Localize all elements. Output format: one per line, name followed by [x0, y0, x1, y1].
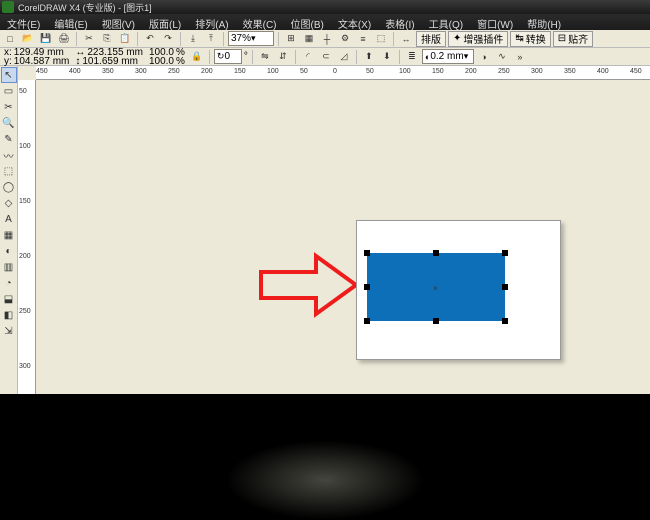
menu-edit[interactable]: 编辑(E) [47, 14, 94, 30]
shape-tool[interactable]: ▭ [1, 83, 17, 99]
canvas[interactable]: × [36, 80, 650, 394]
corner-icon[interactable]: ◜ [300, 49, 316, 65]
app-window: CorelDRAW X4 (专业版) - [图示1] 文件(E) 编辑(E) 视… [0, 0, 650, 394]
open-icon[interactable]: 📂 [20, 31, 36, 47]
corner-round-icon[interactable]: ⊂ [318, 49, 334, 65]
scale-readout: 100.0% 100.0% [147, 48, 187, 66]
flip-v-icon[interactable]: ⇵ [275, 49, 291, 65]
menu-text[interactable]: 文本(X) [331, 14, 378, 30]
degree-label: ° [244, 51, 248, 62]
menu-arrange[interactable]: 排列(A) [188, 14, 235, 30]
menu-file[interactable]: 文件(E) [0, 14, 47, 30]
handle-bl[interactable] [364, 318, 370, 324]
titlebar: CorelDRAW X4 (专业版) - [图示1] [0, 0, 650, 14]
lock-ratio-icon[interactable]: 🔒 [189, 49, 205, 65]
connector-tool[interactable]: ⇲ [1, 323, 17, 339]
workarea: ↖ ▭ ✂ 🔍 ✎ 〰 ⬚ ◯ ◇ A ▦ ◐ ▥ ◔ ⬓ ◧ ⇲ 450400… [0, 66, 650, 394]
handle-br[interactable] [502, 318, 508, 324]
handle-tr[interactable] [502, 250, 508, 256]
image-border [0, 394, 650, 500]
menu-view[interactable]: 视图(V) [95, 14, 142, 30]
handle-b[interactable] [433, 318, 439, 324]
new-icon[interactable]: □ [2, 31, 18, 47]
ruler-vertical: 50100150200250300 [18, 80, 36, 394]
eyedropper-tool[interactable]: ▥ [1, 259, 17, 275]
outline-width-combo[interactable]: ◐ 0.2 mm ▾ [422, 49, 474, 64]
redo-icon[interactable]: ↷ [160, 31, 176, 47]
window-title: CorelDRAW X4 (专业版) - [图示1] [18, 1, 152, 14]
menu-layout[interactable]: 版面(L) [142, 14, 188, 30]
table-tool[interactable]: ▦ [1, 227, 17, 243]
import-icon[interactable]: ⤓ [185, 31, 201, 47]
interactive-fill-tool[interactable]: ◧ [1, 307, 17, 323]
wrap-icon[interactable]: ≣ [404, 49, 420, 65]
center-marker-icon: × [433, 284, 438, 293]
app-logo-icon [2, 1, 14, 13]
blend-tool[interactable]: ◐ [1, 243, 17, 259]
plugin-button[interactable]: ✦ 增强插件 [448, 31, 508, 47]
zoom-tool[interactable]: 🔍 [1, 115, 17, 131]
page: × [356, 220, 561, 360]
size-readout: ↔223.155 mm ↕101.659 mm [73, 48, 145, 66]
save-icon[interactable]: 💾 [38, 31, 54, 47]
handle-r[interactable] [502, 284, 508, 290]
handle-tl[interactable] [364, 250, 370, 256]
corner-chamfer-icon[interactable]: ◿ [336, 49, 352, 65]
annotation-arrow-icon [256, 250, 366, 323]
standard-toolbar: □ 📂 💾 🖨 ✂ ⎘ 📋 ↶ ↷ ⤓ ⤒ 37% ▾ ⊞ ▦ ┼ ⚙ ≡ ⬚ … [0, 30, 650, 48]
menu-bitmap[interactable]: 位图(B) [284, 14, 331, 30]
flip-h-icon[interactable]: ⇋ [257, 49, 273, 65]
crop-tool[interactable]: ✂ [1, 99, 17, 115]
menu-tools[interactable]: 工具(Q) [422, 14, 470, 30]
rotation-input[interactable]: ↻ 0 [214, 49, 242, 64]
outline-color-icon[interactable]: ◑ [476, 49, 492, 65]
cut-icon[interactable]: ✂ [81, 31, 97, 47]
guides-icon[interactable]: ┼ [319, 31, 335, 47]
position-readout: x:129.49 mm y:104.587 mm [2, 48, 71, 66]
fill-tool[interactable]: ⬓ [1, 291, 17, 307]
handle-l[interactable] [364, 284, 370, 290]
handle-t[interactable] [433, 250, 439, 256]
zoom-combo[interactable]: 37% ▾ [228, 31, 274, 46]
property-bar: x:129.49 mm y:104.587 mm ↔223.155 mm ↕10… [0, 48, 650, 66]
toolbox: ↖ ▭ ✂ 🔍 ✎ 〰 ⬚ ◯ ◇ A ▦ ◐ ▥ ◔ ⬓ ◧ ⇲ [0, 66, 18, 394]
menu-table[interactable]: 表格(I) [378, 14, 421, 30]
layout-button[interactable]: 排版 [416, 31, 446, 47]
pick-tool[interactable]: ↖ [1, 67, 17, 83]
ruler-horizontal: 4504003503002502001501005005010015020025… [36, 66, 650, 80]
dim-icon[interactable]: ↔ [398, 31, 414, 47]
rectangle-tool[interactable]: ⬚ [1, 163, 17, 179]
undo-icon[interactable]: ↶ [142, 31, 158, 47]
to-front-icon[interactable]: ⬆ [361, 49, 377, 65]
group-icon[interactable]: ⬚ [373, 31, 389, 47]
menu-window[interactable]: 窗口(W) [470, 14, 520, 30]
text-tool[interactable]: A [1, 211, 17, 227]
print-icon[interactable]: 🖨 [56, 31, 72, 47]
convert-button[interactable]: ↹ 转换 [510, 31, 550, 47]
export-icon[interactable]: ⤒ [203, 31, 219, 47]
snap-icon[interactable]: ⊞ [283, 31, 299, 47]
outline-tool[interactable]: ◔ [1, 275, 17, 291]
glow-effect [225, 440, 425, 520]
options-icon[interactable]: ⚙ [337, 31, 353, 47]
menu-help[interactable]: 帮助(H) [520, 14, 568, 30]
convert-curve-icon[interactable]: ∿ [494, 49, 510, 65]
menu-effects[interactable]: 效果(C) [236, 14, 284, 30]
to-back-icon[interactable]: ⬇ [379, 49, 395, 65]
menubar: 文件(E) 编辑(E) 视图(V) 版面(L) 排列(A) 效果(C) 位图(B… [0, 14, 650, 30]
snap-button[interactable]: ⊟ 贴齐 [553, 31, 593, 47]
more-icon[interactable]: » [512, 49, 528, 65]
paste-icon[interactable]: 📋 [117, 31, 133, 47]
canvas-area: 4504003503002502001501005005010015020025… [18, 66, 650, 394]
selected-rectangle[interactable]: × [367, 253, 505, 321]
freehand-tool[interactable]: ✎ [1, 131, 17, 147]
align-icon[interactable]: ≡ [355, 31, 371, 47]
grid-icon[interactable]: ▦ [301, 31, 317, 47]
polygon-tool[interactable]: ◇ [1, 195, 17, 211]
copy-icon[interactable]: ⎘ [99, 31, 115, 47]
ellipse-tool[interactable]: ◯ [1, 179, 17, 195]
smart-tool[interactable]: 〰 [1, 147, 17, 163]
